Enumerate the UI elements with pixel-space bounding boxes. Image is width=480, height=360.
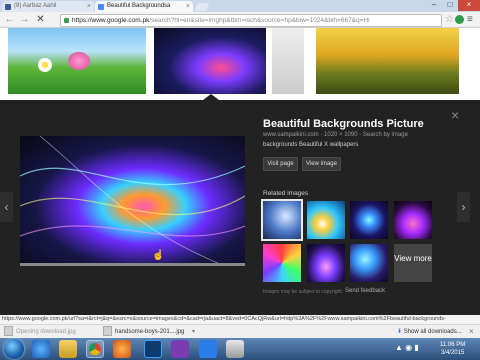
download-item-opening[interactable]: Opening download.jpg [4, 326, 76, 338]
new-tab-button[interactable] [194, 3, 210, 11]
preview-scrollbar [20, 263, 245, 266]
tab-title: (8) Aarbaz Aahil [14, 3, 57, 9]
close-preview-icon[interactable]: × [451, 108, 459, 122]
extension-icon[interactable] [455, 15, 464, 24]
tab-strip: (8) Aarbaz Aahil × Beautiful Backgrounds… [0, 0, 480, 12]
status-url: https://www.google.com.pk/url?sa=i&rct=j… [0, 315, 480, 324]
download-shelf: Opening download.jpg handsome-boys-201..… [0, 324, 480, 339]
start-button[interactable] [4, 339, 24, 359]
stop-button[interactable]: ✕ [34, 13, 47, 26]
previous-image-arrow-icon[interactable]: ‹ [0, 192, 13, 222]
chevron-down-icon[interactable]: ▾ [192, 329, 195, 335]
bookmark-star-icon[interactable]: ☆ [445, 14, 454, 25]
related-image-5[interactable] [263, 244, 301, 282]
tab-close-icon[interactable]: × [87, 1, 91, 12]
view-more-button[interactable]: View more [394, 244, 432, 282]
word-icon[interactable] [199, 340, 217, 358]
chrome-icon [89, 343, 101, 355]
related-image-4[interactable] [394, 201, 432, 239]
result-image-autumn-trees[interactable] [316, 28, 459, 94]
related-image-6[interactable] [307, 244, 345, 282]
preview-image[interactable] [20, 136, 245, 264]
show-all-label: Show all downloads... [403, 329, 462, 335]
close-download-shelf-icon[interactable]: × [469, 326, 474, 338]
result-image-flowers[interactable] [8, 28, 146, 94]
tab-close-icon[interactable]: × [186, 1, 190, 12]
facebook-icon [5, 4, 11, 10]
pink-flower-shape [68, 52, 90, 70]
chrome-menu-icon[interactable]: ≡ [467, 14, 473, 25]
related-image-2[interactable] [307, 201, 345, 239]
daisy-shape [38, 58, 52, 72]
google-icon [98, 4, 104, 10]
view-image-button[interactable]: View image [302, 157, 341, 171]
windows-taskbar: ▲ ◉ ▮ 11:06 PM 3/4/2015 [0, 338, 480, 360]
media-player-icon[interactable] [226, 340, 244, 358]
maximize-button[interactable]: □ [442, 0, 458, 11]
photoshop-icon[interactable] [144, 340, 162, 358]
preview-description: backgrounds Beautiful X wallpapers [263, 142, 359, 148]
copyright-notice: Images may be subject to copyright. [263, 289, 344, 295]
image-preview-panel: ☝ Beautiful Backgrounds Picture www.samp… [0, 100, 480, 315]
next-image-arrow-icon[interactable]: › [457, 192, 470, 222]
file-icon [103, 326, 112, 337]
clock-date: 3/4/2015 [440, 350, 465, 356]
search-results-page: ☝ Beautiful Backgrounds Picture www.samp… [0, 28, 480, 315]
firefox-icon[interactable] [113, 340, 131, 358]
url-path: /search?hl=en&site=imghp&tbm=isch&source… [149, 17, 370, 24]
related-image-3[interactable] [350, 201, 388, 239]
window-close-button[interactable]: × [458, 0, 480, 11]
download-filename: Opening download.jpg [16, 329, 76, 335]
show-all-downloads-link[interactable]: ⬇ Show all downloads... [397, 326, 462, 338]
download-arrow-icon: ⬇ [397, 329, 403, 335]
back-button[interactable]: ← [3, 13, 16, 26]
result-image-abstract-selected[interactable] [154, 28, 266, 94]
address-bar[interactable]: https://www.google.com.pk/search?hl=en&s… [60, 14, 442, 27]
related-image-1[interactable] [263, 201, 301, 239]
window-controls: – □ × [426, 0, 480, 11]
browser-toolbar: ← → ✕ https://www.google.com.pk/search?h… [0, 12, 480, 28]
system-tray[interactable]: ▲ ◉ ▮ [395, 343, 419, 352]
internet-explorer-icon[interactable] [32, 340, 50, 358]
app-icon[interactable] [171, 340, 189, 358]
related-images-heading: Related images [263, 190, 309, 197]
forward-button[interactable]: → [18, 13, 31, 26]
related-image-7[interactable] [350, 244, 388, 282]
taskbar-clock[interactable]: 11:06 PM 3/4/2015 [440, 341, 465, 357]
clock-time: 11:06 PM [440, 342, 466, 348]
image-results-row [0, 28, 480, 98]
hand-cursor-icon: ☝ [152, 250, 165, 261]
download-filename: handsome-boys-201....jpg [115, 329, 185, 335]
preview-title[interactable]: Beautiful Backgrounds Picture [263, 118, 424, 130]
tab-google-images[interactable]: Beautiful Backgroundsa × [95, 1, 193, 12]
visit-page-button[interactable]: Visit page [263, 157, 298, 171]
download-item-jpg[interactable]: handsome-boys-201....jpg ▾ [103, 326, 195, 338]
file-explorer-icon[interactable] [59, 340, 77, 358]
send-feedback-link[interactable]: Send feedback [345, 288, 385, 294]
result-image-partial[interactable] [272, 28, 304, 94]
light-streaks [20, 136, 245, 264]
tab-title: Beautiful Backgroundsa [107, 3, 171, 9]
url-host: https://www.google.com.pk [72, 17, 150, 24]
chrome-taskbar-button[interactable] [86, 340, 104, 358]
tab-facebook[interactable]: (8) Aarbaz Aahil × [2, 1, 94, 12]
minimize-button[interactable]: – [426, 0, 442, 11]
file-icon [4, 326, 13, 337]
lock-icon [64, 17, 69, 23]
preview-meta: www.sampaikini.com · 1020 × 1090 · Searc… [263, 132, 408, 138]
